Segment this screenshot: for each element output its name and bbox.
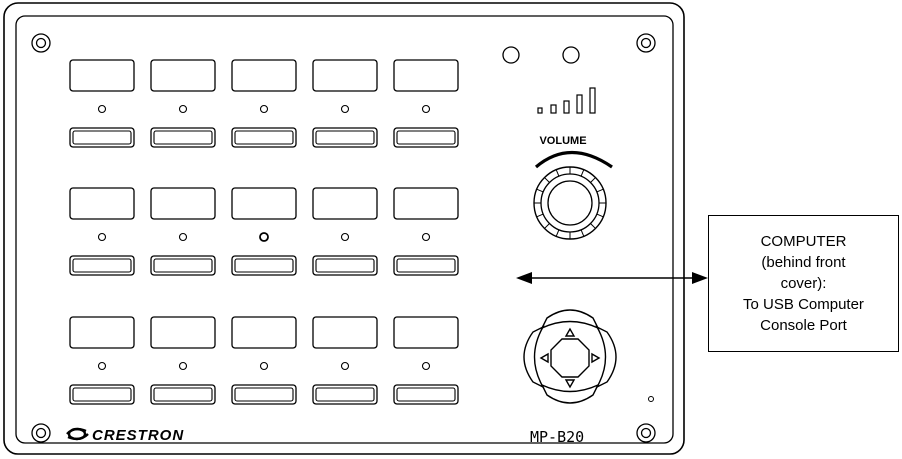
volume-label: VOLUME [539, 135, 586, 147]
keypad-button[interactable] [393, 384, 459, 405]
nav-up-button[interactable] [540, 309, 600, 330]
navigation-pad [523, 309, 617, 404]
callout-line: To USB Computer [743, 296, 864, 313]
screw-icon [31, 33, 51, 53]
keypad-button[interactable] [69, 384, 135, 405]
nav-enter-button[interactable] [550, 338, 590, 378]
keypad-button[interactable] [231, 255, 297, 276]
button-label-window [150, 187, 216, 220]
double-headed-arrow-icon [516, 272, 708, 284]
button-led [97, 232, 107, 242]
button-label-window [393, 59, 459, 92]
screw-icon [636, 423, 656, 443]
sensor-holes [502, 46, 580, 64]
keypad-button[interactable] [231, 384, 297, 405]
keypad-button[interactable] [69, 255, 135, 276]
knob-ridge [596, 188, 604, 193]
button-label-window [150, 59, 216, 92]
callout-line: (behind front [761, 254, 846, 271]
knob-ridge [555, 229, 560, 237]
knob-ridge [544, 223, 550, 229]
button-led [259, 104, 269, 114]
button-label-window [69, 316, 135, 349]
button-led [421, 104, 431, 114]
faceplate-outer [3, 2, 685, 455]
button-label-window [393, 187, 459, 220]
callout-line: Console Port [760, 317, 847, 334]
faceplate-inner [15, 15, 674, 444]
knob-ridge [544, 177, 550, 183]
down-arrow-icon [564, 379, 576, 389]
keypad-button[interactable] [312, 384, 378, 405]
knob-ridge [590, 223, 596, 229]
button-label-window [312, 316, 378, 349]
nav-left-button[interactable] [523, 325, 545, 389]
keypad-button[interactable] [312, 127, 378, 148]
button-label-window [393, 316, 459, 349]
computer-port-callout: COMPUTER (behind front cover): To USB Co… [708, 215, 899, 352]
button-label-window [150, 316, 216, 349]
callout-line: cover): [780, 275, 827, 292]
button-label-window [231, 59, 297, 92]
button-label-window [231, 187, 297, 220]
up-arrow-icon [564, 327, 576, 337]
button-led [97, 361, 107, 371]
screw-icon [636, 33, 656, 53]
button-label-window [312, 187, 378, 220]
button-led [259, 361, 269, 371]
button-label-window [312, 59, 378, 92]
keypad-button[interactable] [150, 127, 216, 148]
button-grid [69, 59, 459, 405]
knob-ridge [555, 169, 560, 177]
keypad-button[interactable] [231, 127, 297, 148]
keypad-button[interactable] [393, 127, 459, 148]
volume-arc [534, 150, 613, 169]
volume-level-bars [537, 87, 596, 114]
button-led [178, 361, 188, 371]
callout-line: COMPUTER [760, 233, 847, 250]
button-led [97, 104, 107, 114]
keypad-button[interactable] [150, 384, 216, 405]
button-led [421, 232, 431, 242]
brand-name: CRESTRON [92, 427, 184, 444]
knob-ridge [580, 169, 585, 177]
button-label-window [69, 59, 135, 92]
crestron-swirl-logo [66, 427, 89, 441]
button-led [340, 232, 350, 242]
button-led [178, 104, 188, 114]
nav-right-button[interactable] [595, 325, 617, 389]
button-label-window [69, 187, 135, 220]
status-led [648, 396, 654, 402]
knob-ridge [590, 177, 596, 183]
model-number: MP-B20 [530, 428, 584, 446]
keypad-button[interactable] [150, 255, 216, 276]
button-led [340, 361, 350, 371]
left-arrow-icon [539, 352, 549, 364]
button-led [340, 104, 350, 114]
light-sensor-hole [562, 46, 580, 64]
knob-ridge [536, 213, 544, 218]
knob-ridge [536, 188, 544, 193]
button-led [178, 232, 188, 242]
right-arrow-icon [591, 352, 601, 364]
ir-sensor-hole [502, 46, 520, 64]
screw-icon [31, 423, 51, 443]
keypad-button[interactable] [393, 255, 459, 276]
button-led [421, 361, 431, 371]
knob-ridge [596, 213, 604, 218]
keypad-button[interactable] [312, 255, 378, 276]
keypad-button[interactable] [69, 127, 135, 148]
button-label-window [231, 316, 297, 349]
button-led [259, 232, 269, 242]
volume-knob[interactable] [533, 166, 607, 240]
knob-ridge [580, 229, 585, 237]
